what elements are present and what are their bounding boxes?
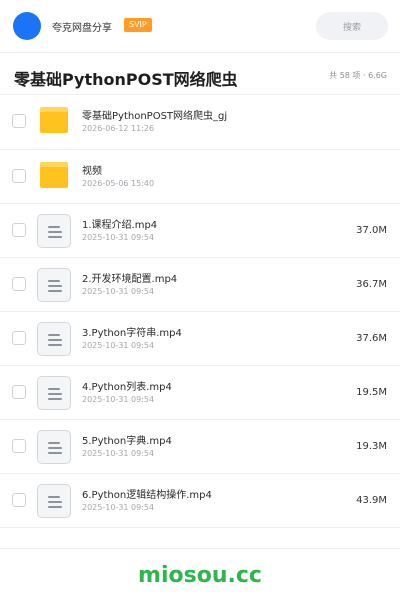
list-item[interactable]: 零基础PythonPOST网络爬虫_gj 2026-06-12 11:26 xyxy=(0,95,400,149)
header-divider xyxy=(0,52,400,53)
top-bar: 夸克网盘分享 SVIP 搜索 xyxy=(0,0,400,52)
list-item[interactable]: 6.Python逻辑结构操作.mp4 2025-10-31 09:54 43.9… xyxy=(0,474,400,528)
file-size: 37.6M xyxy=(356,333,387,344)
site-watermark: miosou.cc xyxy=(138,563,262,588)
row-checkbox[interactable] xyxy=(12,223,26,237)
list-item[interactable]: 3.Python字符串.mp4 2025-10-31 09:54 37.6M xyxy=(0,312,400,366)
file-size: 19.5M xyxy=(356,387,387,398)
file-size: 19.3M xyxy=(356,441,387,452)
file-date: 2025-10-31 09:54 xyxy=(82,287,155,296)
search-button[interactable]: 搜索 xyxy=(316,12,388,40)
svip-badge: SVIP xyxy=(124,18,152,32)
file-date: 2025-10-31 09:54 xyxy=(82,233,155,242)
file-size: 36.7M xyxy=(356,279,387,290)
file-date: 2025-10-31 09:54 xyxy=(82,449,155,458)
row-checkbox[interactable] xyxy=(12,439,26,453)
video-file-icon xyxy=(37,214,71,248)
list-item[interactable]: 4.Python列表.mp4 2025-10-31 09:54 19.5M xyxy=(0,366,400,420)
video-file-icon xyxy=(37,268,71,302)
row-divider xyxy=(0,527,400,528)
search-label: 搜索 xyxy=(342,22,361,33)
folder-summary: 共 58 项 · 6.6G xyxy=(329,71,387,80)
row-checkbox[interactable] xyxy=(12,385,26,399)
folder-icon xyxy=(40,162,68,188)
avatar[interactable] xyxy=(13,12,41,40)
row-checkbox[interactable] xyxy=(12,493,26,507)
folder-icon xyxy=(40,107,68,133)
file-date: 2026-06-12 11:26 xyxy=(82,124,155,133)
list-item[interactable]: 5.Python字典.mp4 2025-10-31 09:54 19.3M xyxy=(0,420,400,474)
list-item[interactable]: 1.课程介绍.mp4 2025-10-31 09:54 37.0M xyxy=(0,204,400,258)
file-name: 视频 xyxy=(82,166,102,177)
share-owner-name: 夸克网盘分享 xyxy=(52,23,112,34)
file-name: 3.Python字符串.mp4 xyxy=(82,328,182,339)
file-date: 2025-10-31 09:54 xyxy=(82,341,155,350)
video-file-icon xyxy=(37,484,71,518)
file-name: 2.开发环境配置.mp4 xyxy=(82,274,178,285)
video-file-icon xyxy=(37,322,71,356)
file-name: 5.Python字典.mp4 xyxy=(82,436,172,447)
row-checkbox[interactable] xyxy=(12,169,26,183)
folder-title: 零基础PythonPOST网络爬虫 xyxy=(14,70,238,89)
file-name: 6.Python逻辑结构操作.mp4 xyxy=(82,490,212,501)
file-name: 4.Python列表.mp4 xyxy=(82,382,172,393)
file-size: 43.9M xyxy=(356,495,387,506)
file-name: 零基础PythonPOST网络爬虫_gj xyxy=(82,111,228,122)
video-file-icon xyxy=(37,376,71,410)
list-item[interactable]: 2.开发环境配置.mp4 2025-10-31 09:54 36.7M xyxy=(0,258,400,312)
row-checkbox[interactable] xyxy=(12,331,26,345)
file-size: 37.0M xyxy=(356,225,387,236)
file-date: 2026-05-06 15:40 xyxy=(82,179,155,188)
list-item[interactable]: 视频 2026-05-06 15:40 xyxy=(0,150,400,204)
video-file-icon xyxy=(37,430,71,464)
row-checkbox[interactable] xyxy=(12,277,26,291)
file-date: 2025-10-31 09:54 xyxy=(82,503,155,512)
footer-divider xyxy=(0,548,400,549)
file-name: 1.课程介绍.mp4 xyxy=(82,220,158,231)
row-checkbox[interactable] xyxy=(12,114,26,128)
file-date: 2025-10-31 09:54 xyxy=(82,395,155,404)
